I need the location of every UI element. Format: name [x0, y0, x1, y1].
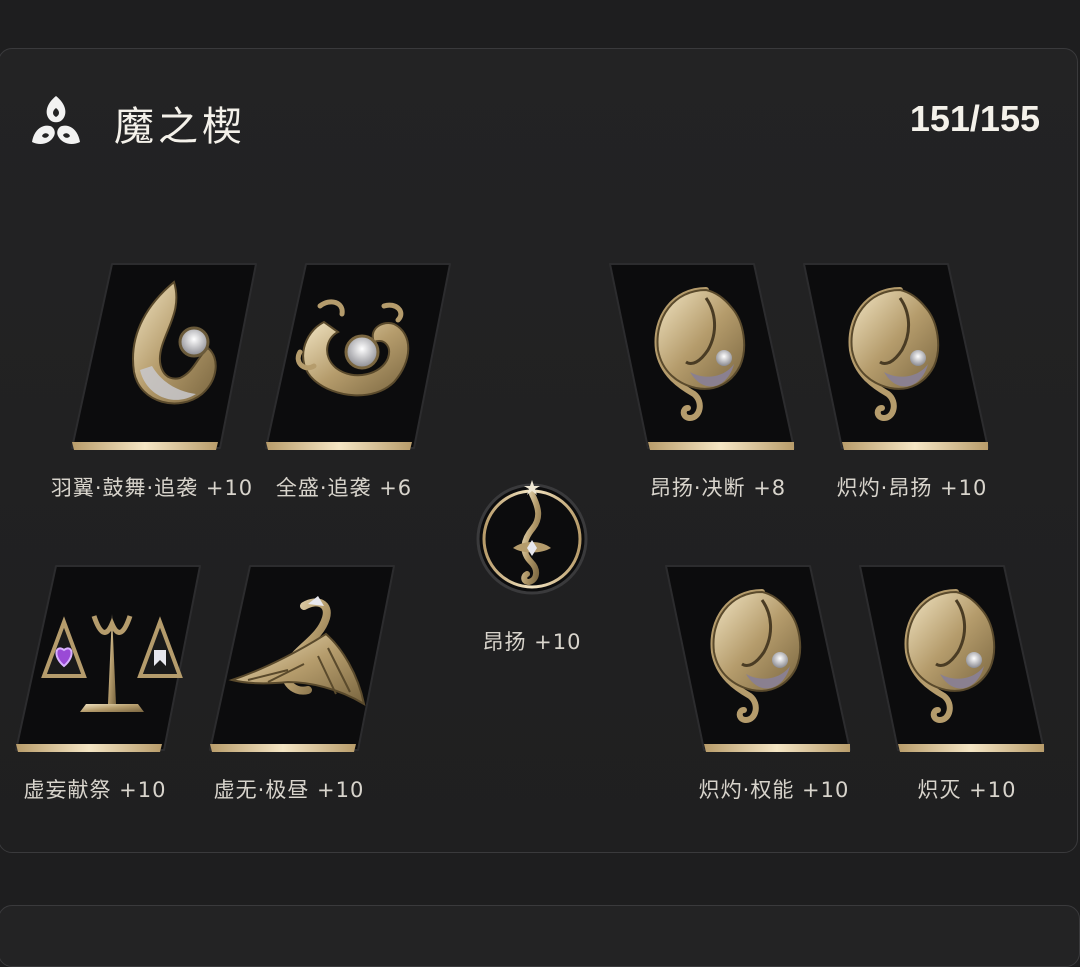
page-title: 魔之楔	[114, 104, 246, 150]
wedge-label-6: 虚无·极昼 +10	[213, 778, 365, 802]
wedge-card-3[interactable]	[608, 262, 795, 450]
center-label: 昂扬 +10	[482, 630, 582, 654]
mask-moon-emblem-icon	[904, 589, 996, 724]
mask-moon-emblem-icon	[654, 287, 746, 422]
wedge-label-7: 炽灼·权能 +10	[698, 778, 850, 802]
wedge-label-2: 全盛·追袭 +6	[275, 476, 413, 500]
balance-scale-emblem-icon	[41, 613, 183, 712]
wedge-card-6[interactable]	[208, 564, 395, 752]
dragon-ring-emblem-icon	[295, 299, 410, 397]
mask-moon-emblem-icon	[710, 589, 802, 724]
wedge-card-2[interactable]	[264, 262, 451, 450]
wedge-card-5[interactable]	[14, 564, 201, 752]
wedge-label-8: 炽灭 +10	[917, 778, 1017, 802]
wedge-label-5: 虚妄献祭 +10	[23, 778, 167, 802]
wedge-card-1[interactable]	[70, 262, 257, 450]
wedge-label-1: 羽翼·鼓舞·追袭 +10	[50, 476, 254, 500]
progress-count: 151/155	[909, 98, 1040, 139]
wedge-card-4[interactable]	[802, 262, 989, 450]
phoenix-emblem-icon	[228, 596, 366, 707]
wedge-label-4: 炽灼·昂扬 +10	[836, 476, 988, 500]
next-panel	[0, 905, 1080, 967]
wedge-card-7[interactable]	[664, 564, 851, 752]
serpent-medallion-icon[interactable]	[473, 478, 591, 596]
tri-spiral-emblem-icon	[32, 96, 80, 144]
mask-moon-emblem-icon	[848, 287, 940, 422]
wing-swirl-emblem-icon	[132, 280, 217, 405]
wedge-card-8[interactable]	[858, 564, 1045, 752]
wedge-label-3: 昂扬·决断 +8	[649, 476, 787, 500]
